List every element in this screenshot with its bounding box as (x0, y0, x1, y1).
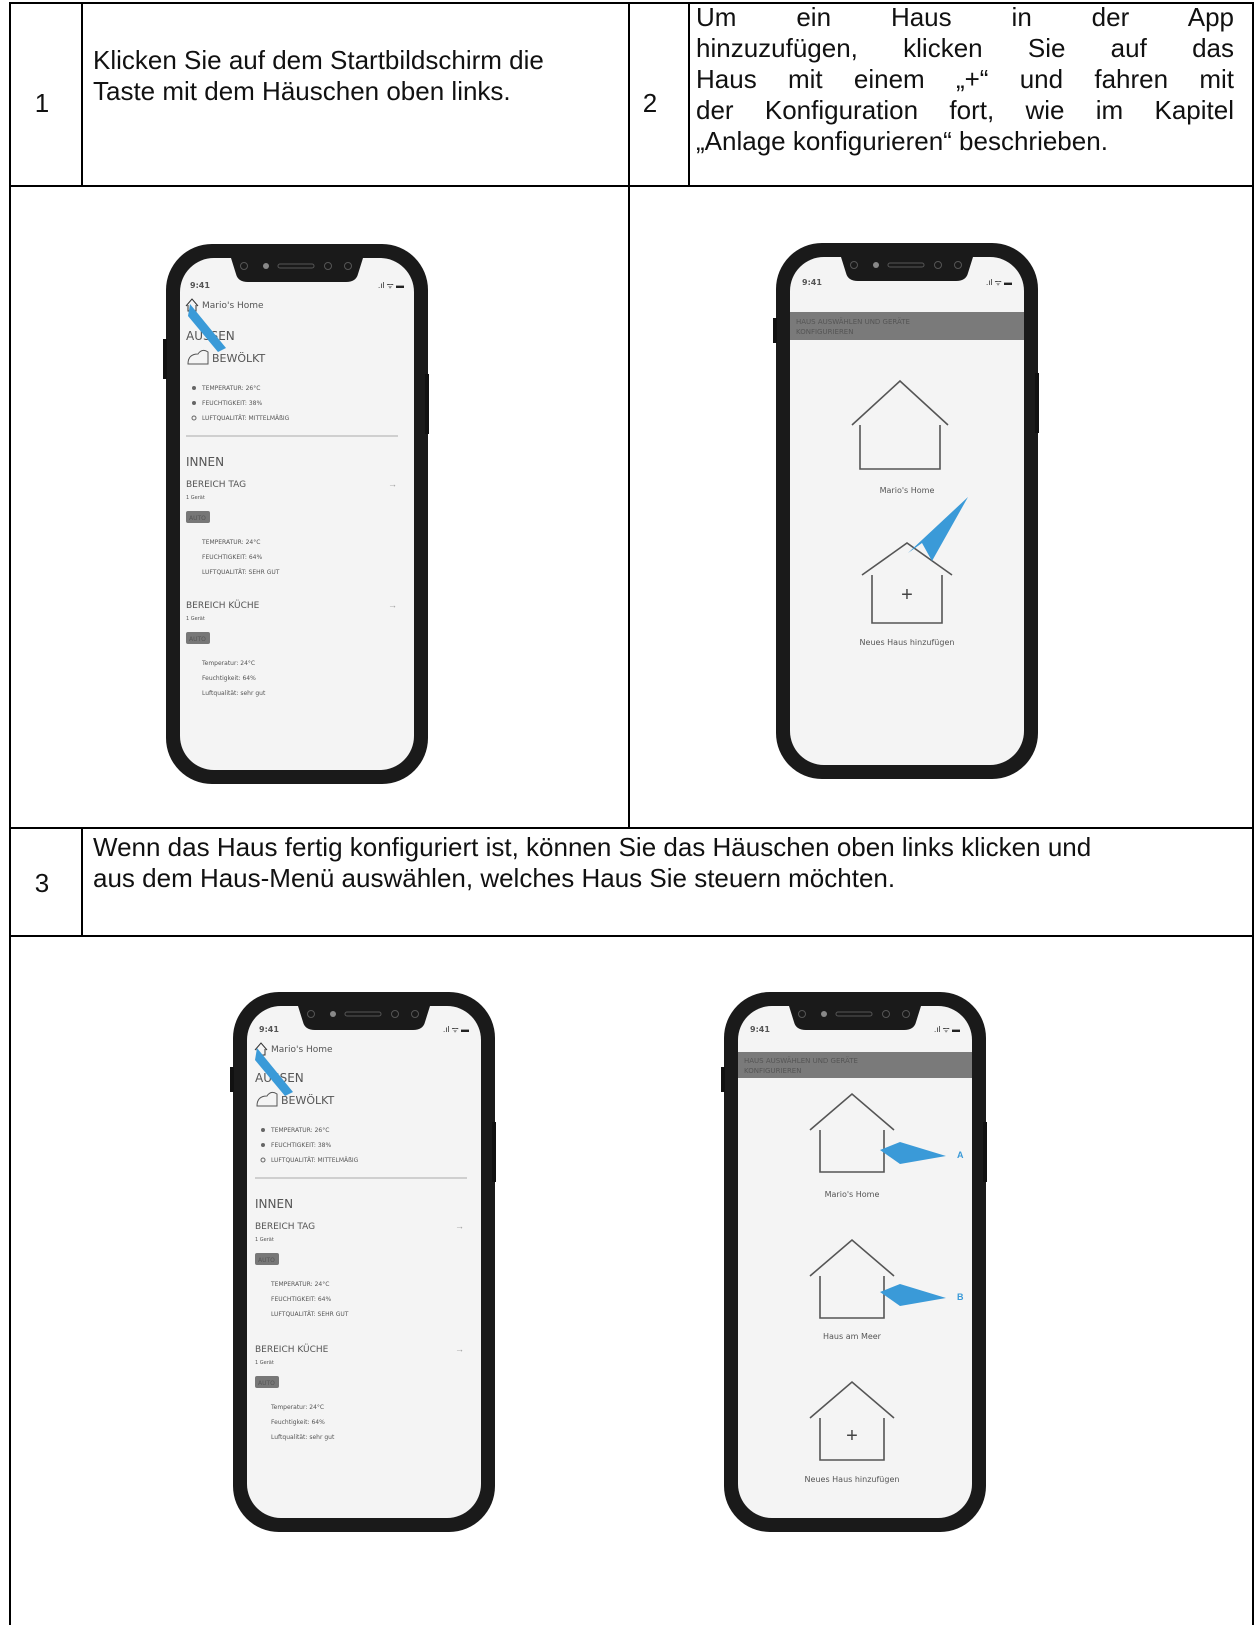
weather-label: BEWÖLKT (212, 352, 266, 365)
signal-icon: .ıl ᯤ ▬ (986, 278, 1012, 287)
time-label: 9:41 (259, 1025, 279, 1034)
step-number-3: 3 (34, 868, 50, 898)
header-line-1: HAUS AUSWÄHLEN UND GERÄTE (744, 1056, 858, 1065)
step-text-3: Wenn das Haus fertig konfiguriert ist, k… (93, 832, 1092, 893)
area-devices: 1 Gerät (255, 1360, 274, 1366)
plus-icon[interactable]: + (846, 1425, 858, 1447)
outside-temp: TEMPERATUR: 26°C (201, 385, 260, 392)
outside-air: LUFTQUALITÄT: MITTELMÄßIG (271, 1157, 359, 1164)
mode-label: AUTO (189, 515, 206, 522)
house-name[interactable]: Mario's Home (825, 1190, 880, 1199)
home-name: Mario's Home (271, 1045, 333, 1055)
thermometer-icon (192, 386, 196, 390)
mode-label: AUTO (258, 1380, 275, 1387)
plus-icon[interactable]: + (901, 584, 913, 606)
header-line-1: HAUS AUSWÄHLEN UND GERÄTE (796, 317, 910, 326)
add-house-label[interactable]: Neues Haus hinzufügen (805, 1475, 900, 1484)
step-text-2-line: Haus mit einem „+“ und fahren mit (696, 64, 1234, 94)
area-name[interactable]: BEREICH TAG (186, 480, 246, 490)
area-devices: 1 Gerät (186, 495, 205, 501)
step-number-2: 2 (642, 88, 658, 118)
area-devices: 1 Gerät (186, 616, 205, 622)
step-text-2-line: der Konfiguration fort, wie im Kapitel (696, 95, 1234, 125)
step-text-1: Klicken Sie auf dem Startbildschirm die … (93, 45, 544, 106)
phone-house-select-2: 9:41 .ıl ᯤ ▬ HAUS AUSWÄHLEN UND GERÄTE K… (721, 992, 987, 1532)
area-air: Luftqualität: sehr gut (271, 1434, 335, 1441)
time-label: 9:41 (750, 1025, 770, 1034)
area-name[interactable]: BEREICH KÜCHE (186, 600, 260, 611)
area-humidity: FEUCHTIGKEIT: 64% (271, 1296, 331, 1303)
inside-heading: INNEN (255, 1197, 293, 1211)
inside-heading: INNEN (186, 455, 224, 469)
thermometer-icon (261, 1128, 265, 1132)
drop-icon (261, 1143, 265, 1147)
time-label: 9:41 (190, 281, 210, 290)
mode-label: AUTO (258, 1257, 275, 1264)
header-line-2: KONFIGURIEREN (744, 1067, 801, 1075)
area-air: LUFTQUALITÄT: SEHR GUT (202, 569, 280, 576)
area-temp: TEMPERATUR: 24°C (270, 1281, 329, 1288)
house-name[interactable]: Haus am Meer (823, 1332, 882, 1341)
marker-a: A (957, 1150, 964, 1160)
time-label: 9:41 (802, 278, 822, 287)
area-humidity: FEUCHTIGKEIT: 64% (202, 554, 262, 561)
area-name[interactable]: BEREICH TAG (255, 1222, 315, 1232)
area-air: Luftqualität: sehr gut (202, 690, 266, 697)
mode-label: AUTO (189, 636, 206, 643)
arrow-right-icon[interactable]: → (388, 479, 397, 489)
weather-label: BEWÖLKT (281, 1094, 335, 1107)
phone-house-select-1: 9:41 .ıl ᯤ ▬ HAUS AUSWÄHLEN UND GERÄTE K… (773, 243, 1039, 779)
step-text-2-line: Um ein Haus in der App (696, 2, 1234, 32)
area-temp: TEMPERATUR: 24°C (201, 539, 260, 546)
step-text-2-line: hinzuzufügen, klicken Sie auf das (696, 33, 1234, 63)
arrow-right-icon[interactable]: → (455, 1221, 464, 1231)
step-text-2: Um ein Haus in der App hinzuzufügen, kli… (696, 2, 1234, 157)
signal-icon: .ıl ᯤ ▬ (378, 281, 404, 290)
outside-humidity: FEUCHTIGKEIT: 38% (271, 1142, 331, 1149)
outside-humidity: FEUCHTIGKEIT: 38% (202, 400, 262, 407)
house-name[interactable]: Mario's Home (880, 486, 935, 495)
signal-icon: .ıl ᯤ ▬ (934, 1025, 960, 1034)
area-air: LUFTQUALITÄT: SEHR GUT (271, 1311, 349, 1318)
phone-home-screen-1: 9:41 .ıl ᯤ ▬ Mario's Home AUSSEN BEWÖLKT… (163, 244, 429, 784)
outside-temp: TEMPERATUR: 26°C (270, 1127, 329, 1134)
step-number-1: 1 (34, 88, 50, 118)
area-temp: Temperatur: 24°C (270, 1404, 324, 1411)
marker-b: B (957, 1292, 964, 1302)
header-line-2: KONFIGURIEREN (796, 328, 853, 336)
arrow-right-icon[interactable]: → (455, 1344, 464, 1354)
area-name[interactable]: BEREICH KÜCHE (255, 1344, 329, 1355)
signal-icon: .ıl ᯤ ▬ (443, 1025, 469, 1034)
add-house-label[interactable]: Neues Haus hinzufügen (860, 638, 955, 647)
area-humidity: Feuchtigkeit: 64% (271, 1419, 325, 1426)
step-text-2-line: „Anlage konfigurieren“ beschrieben. (696, 126, 1108, 156)
area-temp: Temperatur: 24°C (201, 660, 255, 667)
drop-icon (192, 401, 196, 405)
home-name: Mario's Home (202, 301, 264, 311)
area-devices: 1 Gerät (255, 1237, 274, 1243)
outside-air: LUFTQUALITÄT: MITTELMÄßIG (202, 415, 290, 422)
arrow-right-icon[interactable]: → (388, 600, 397, 610)
phone-home-screen-2: 9:41 .ıl ᯤ ▬ Mario's Home AUSSEN BEWÖLKT… (230, 992, 496, 1532)
area-humidity: Feuchtigkeit: 64% (202, 675, 256, 682)
